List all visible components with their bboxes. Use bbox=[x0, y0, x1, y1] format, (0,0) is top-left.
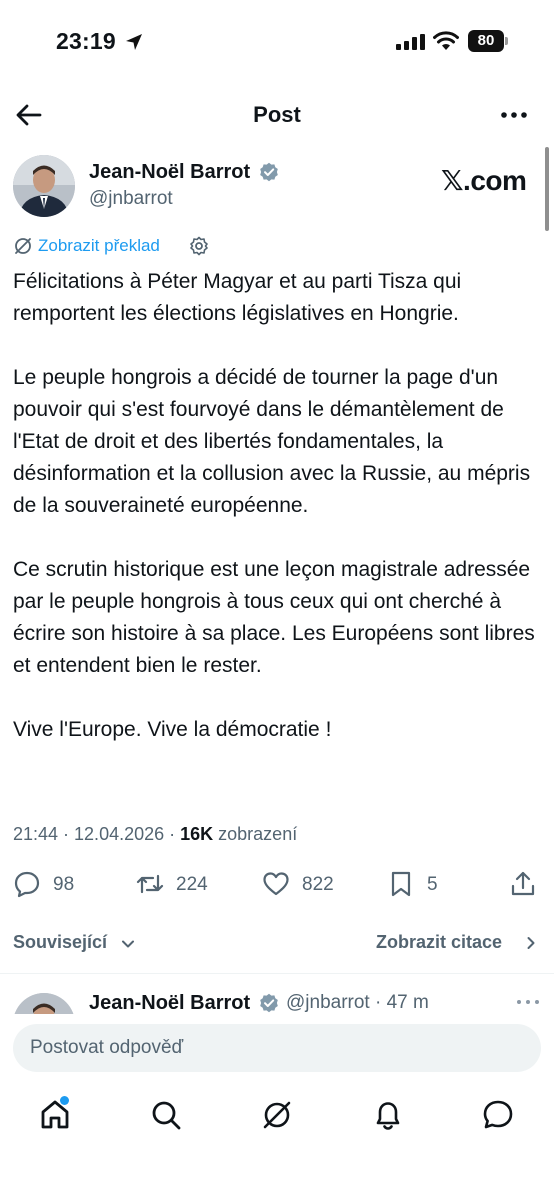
divider bbox=[0, 973, 554, 974]
share-button[interactable] bbox=[509, 868, 539, 902]
grok-icon bbox=[263, 1101, 291, 1129]
share-icon bbox=[511, 871, 535, 896]
tweet-meta: 21:44 · 12.04.2026 · 16K zobrazení bbox=[13, 824, 297, 845]
bookmark-count: 5 bbox=[427, 874, 438, 895]
author-row: Jean-Noël Barrot @jnbarrot 𝕏.com bbox=[0, 152, 554, 222]
bookmark-button[interactable]: 5 bbox=[387, 868, 447, 902]
notifications-icon bbox=[376, 1102, 400, 1130]
xcom-watermark: 𝕏.com bbox=[441, 165, 527, 196]
battery-level: 80 bbox=[468, 30, 504, 52]
reply-author-handle[interactable]: @jnbarrot · 47 m bbox=[286, 992, 429, 1014]
battery-icon: 80 bbox=[468, 30, 508, 52]
tweet-paragraph: Vive l'Europe. Vive la démocratie ! bbox=[13, 718, 332, 741]
reply-avatar-image bbox=[13, 993, 75, 1015]
search-icon bbox=[152, 1101, 181, 1130]
tab-notifications[interactable] bbox=[371, 1098, 407, 1134]
reply-input[interactable] bbox=[13, 1024, 541, 1072]
reply-button[interactable]: 98 bbox=[13, 868, 93, 902]
author-handle[interactable]: @jnbarrot bbox=[89, 188, 173, 210]
author-name[interactable]: Jean-Noël Barrot bbox=[89, 161, 250, 184]
battery-tip bbox=[505, 37, 508, 45]
gear-icon[interactable] bbox=[189, 236, 209, 256]
tweet-text: Félicitations à Péter Magyar et au parti… bbox=[13, 266, 543, 778]
tab-home[interactable] bbox=[38, 1096, 74, 1134]
like-icon bbox=[263, 872, 289, 896]
show-translation-link[interactable]: Zobrazit překlad bbox=[38, 236, 160, 256]
avatar-image bbox=[13, 155, 75, 217]
page-title: Post bbox=[253, 102, 301, 127]
tweet-paragraph: Ce scrutin historique est une leçon magi… bbox=[13, 558, 535, 677]
repost-button[interactable]: 224 bbox=[136, 868, 226, 902]
cellular-signal-icon bbox=[396, 34, 425, 50]
avatar[interactable] bbox=[13, 155, 75, 217]
more-horizontal-icon[interactable] bbox=[498, 100, 530, 130]
tab-grok[interactable] bbox=[260, 1098, 296, 1134]
reply-avatar[interactable] bbox=[13, 993, 75, 1015]
repost-icon bbox=[136, 874, 164, 894]
reply-count: 98 bbox=[53, 874, 75, 895]
tab-search[interactable] bbox=[149, 1098, 185, 1134]
tab-messages[interactable] bbox=[481, 1098, 517, 1134]
view-quotes-link[interactable]: Zobrazit citace bbox=[376, 932, 502, 953]
tweet-timestamp[interactable]: 21:44 · 12.04.2026 · bbox=[13, 824, 180, 844]
status-time: 23:19 bbox=[56, 28, 116, 54]
nav-header: Post bbox=[0, 84, 554, 144]
reply-icon bbox=[14, 871, 40, 898]
location-arrow-icon bbox=[126, 34, 142, 50]
chevron-right-icon[interactable] bbox=[523, 935, 539, 951]
views-count: 16K bbox=[180, 824, 214, 844]
notification-dot bbox=[60, 1096, 69, 1105]
verified-badge-icon bbox=[260, 993, 278, 1013]
related-row: Související Zobrazit citace bbox=[0, 928, 554, 958]
tweet-paragraph: Le peuple hongrois a décidé de tourner l… bbox=[13, 366, 531, 517]
wifi-icon bbox=[433, 31, 459, 50]
reply-bar bbox=[0, 1014, 554, 1084]
tweet-paragraph: Félicitations à Péter Magyar et au parti… bbox=[13, 270, 462, 325]
grok-icon bbox=[15, 238, 31, 254]
reply-author-name[interactable]: Jean-Noël Barrot bbox=[89, 992, 250, 1015]
reply-preview[interactable]: Jean-Noël Barrot @jnbarrot · 47 m bbox=[0, 985, 554, 1015]
status-bar: 23:19 80 bbox=[0, 0, 554, 84]
like-count: 822 bbox=[302, 874, 334, 895]
chevron-down-icon[interactable] bbox=[120, 936, 136, 952]
verified-badge-icon bbox=[260, 162, 278, 182]
views-label: zobrazení bbox=[213, 824, 298, 844]
more-horizontal-icon[interactable] bbox=[516, 999, 540, 1005]
tab-bar bbox=[0, 1084, 554, 1200]
like-button[interactable]: 822 bbox=[262, 868, 352, 902]
related-dropdown[interactable]: Související bbox=[13, 932, 107, 953]
bookmark-icon bbox=[391, 871, 411, 897]
repost-count: 224 bbox=[176, 874, 208, 895]
action-bar: 98 224 822 5 bbox=[0, 868, 554, 902]
messages-icon bbox=[483, 1100, 513, 1129]
